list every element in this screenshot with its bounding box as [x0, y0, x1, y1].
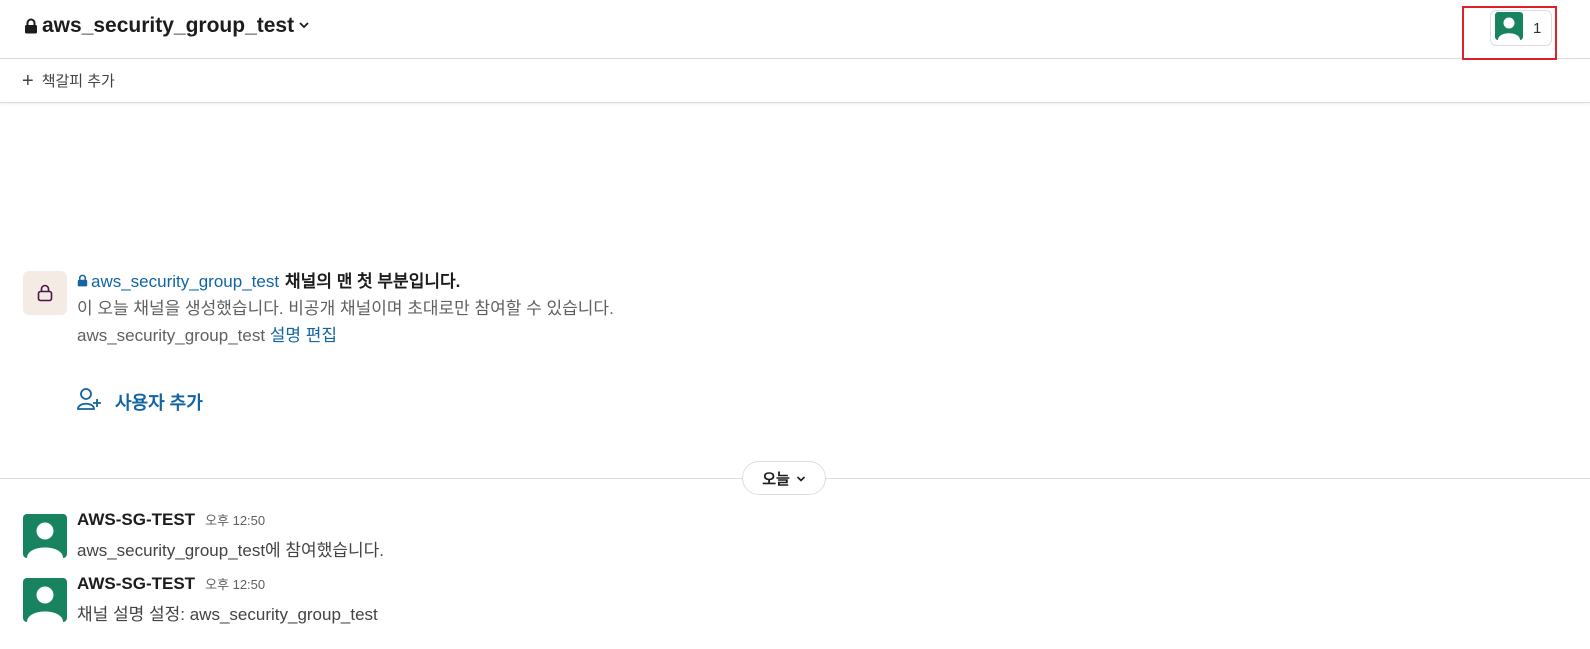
lock-icon	[77, 268, 88, 295]
message-item: AWS-SG-TEST 오후 12:50 채널 설명 설정: aws_secur…	[23, 574, 1523, 638]
chevron-down-icon	[796, 470, 806, 487]
user-avatar[interactable]	[23, 578, 67, 622]
intro-title: 채널의 맨 첫 부분입니다.	[285, 272, 461, 291]
message-item: AWS-SG-TEST 오후 12:50 aws_security_group_…	[23, 510, 1523, 574]
channel-lock-icon	[23, 271, 67, 315]
bookmarks-bar: + 책갈피 추가	[0, 59, 1590, 103]
edit-description-link[interactable]: 설명 편집	[270, 326, 337, 345]
date-divider-button[interactable]: 오늘	[742, 461, 826, 495]
add-user-icon	[77, 387, 103, 416]
add-bookmark-button[interactable]: + 책갈피 추가	[22, 70, 115, 91]
message-author[interactable]: AWS-SG-TEST	[77, 510, 195, 530]
intro-description: 이 오늘 채널을 생성했습니다. 비공개 채널이며 초대로만 참여할 수 있습니…	[77, 299, 614, 318]
chevron-down-icon	[298, 17, 310, 35]
member-count: 1	[1533, 19, 1542, 37]
channel-header: aws_security_group_test 1	[0, 0, 1590, 60]
channel-intro: aws_security_group_test 채널의 맨 첫 부분입니다. 이…	[77, 268, 614, 349]
channel-topic: aws_security_group_test	[77, 326, 266, 345]
message-text: 채널 설명 설정: aws_security_group_test	[77, 605, 378, 624]
channel-name: aws_security_group_test	[42, 14, 295, 37]
channel-link[interactable]: aws_security_group_test	[91, 268, 279, 295]
lock-icon	[24, 18, 38, 34]
add-user-label: 사용자 추가	[115, 392, 203, 413]
user-avatar[interactable]	[23, 514, 67, 558]
message-timestamp[interactable]: 오후 12:50	[205, 510, 265, 529]
add-user-button[interactable]: 사용자 추가	[77, 387, 203, 416]
channel-members-button[interactable]: 1	[1490, 10, 1552, 46]
add-bookmark-label: 책갈피 추가	[41, 73, 115, 90]
plus-icon: +	[22, 69, 34, 92]
message-text: aws_security_group_test에 참여했습니다.	[77, 541, 384, 560]
message-timestamp[interactable]: 오후 12:50	[205, 574, 265, 593]
message-author[interactable]: AWS-SG-TEST	[77, 574, 195, 594]
date-label: 오늘	[762, 470, 790, 488]
member-avatar	[1495, 11, 1523, 45]
channel-name-button[interactable]: aws_security_group_test	[24, 14, 310, 38]
